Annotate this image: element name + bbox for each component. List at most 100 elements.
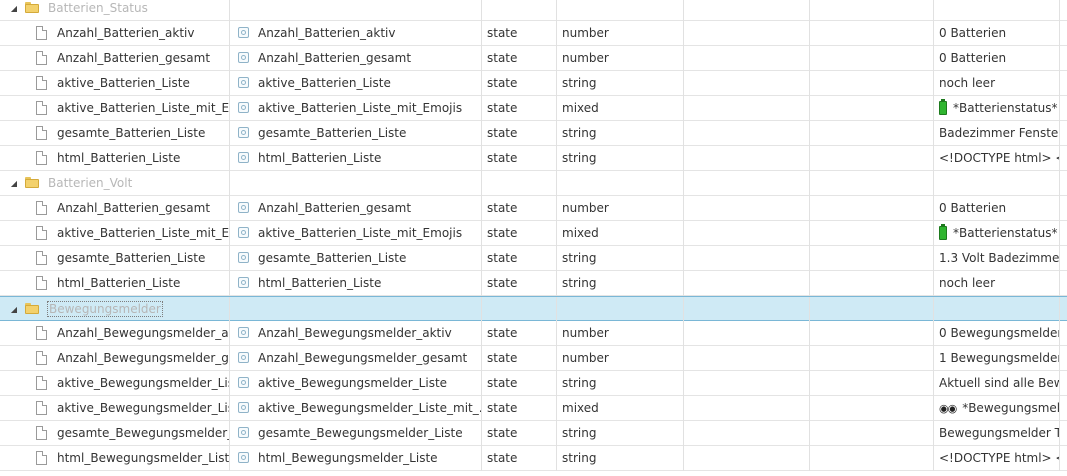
file-icon xyxy=(36,326,47,340)
extra-cell xyxy=(1060,346,1067,371)
object-row[interactable]: html_Batterien_Liste html_Batterien_Liste… xyxy=(0,146,1067,171)
title-cell: Anzahl_Batterien_aktiv xyxy=(230,21,482,46)
grid-cell xyxy=(934,171,1060,196)
grid-cell xyxy=(810,171,934,196)
object-row[interactable]: Anzahl_Batterien_gesamt Anzahl_Batterien_… xyxy=(0,196,1067,221)
extra-cell xyxy=(1060,21,1067,46)
file-icon xyxy=(36,376,47,390)
value-cell[interactable]: <!DOCTYPE html> <h xyxy=(934,446,1060,471)
grid-cell xyxy=(557,297,684,322)
grid-cell xyxy=(482,297,557,322)
function-cell xyxy=(810,221,934,246)
triangle-down-icon[interactable]: ◢ xyxy=(9,171,19,196)
object-row[interactable]: gesamte_Batterien_Liste gesamte_Batterien… xyxy=(0,121,1067,146)
grid-cell xyxy=(684,171,810,196)
object-row[interactable]: html_Batterien_Liste html_Batterien_Liste… xyxy=(0,271,1067,296)
value-cell[interactable]: 0 Batterien xyxy=(934,21,1060,46)
name-cell: gesamte_Batterien_Liste xyxy=(0,246,230,271)
object-row[interactable]: gesamte_Batterien_Liste gesamte_Batterien… xyxy=(0,246,1067,271)
value-cell[interactable]: *Batterienstatus* I xyxy=(934,221,1060,246)
value-cell[interactable]: Badezimmer Fenster xyxy=(934,121,1060,146)
room-cell xyxy=(684,396,810,421)
role-cell: string xyxy=(557,371,684,396)
value-cell[interactable]: 1 Bewegungsmelder xyxy=(934,346,1060,371)
value-cell[interactable]: Aktuell sind alle Bew xyxy=(934,371,1060,396)
grid-cell xyxy=(1060,171,1067,196)
value-cell[interactable]: Bewegungsmelder Te xyxy=(934,421,1060,446)
extra-cell xyxy=(1060,71,1067,96)
value-cell[interactable]: 0 Bewegungsmelder xyxy=(934,321,1060,346)
object-row[interactable]: Anzahl_Bewegungsmelder_ge Anzahl_Bewegung… xyxy=(0,346,1067,371)
state-icon xyxy=(238,127,249,138)
grid-cell xyxy=(230,171,482,196)
type-cell: state xyxy=(482,121,557,146)
object-row[interactable]: aktive_Batterien_Liste_mit_Em aktive_Batt… xyxy=(0,221,1067,246)
folder-icon xyxy=(25,177,39,188)
state-icon xyxy=(238,102,249,113)
grid-cell xyxy=(482,0,557,21)
value-cell[interactable]: 0 Batterien xyxy=(934,196,1060,221)
value-cell[interactable]: 0 Batterien xyxy=(934,46,1060,71)
title-cell: aktive_Batterien_Liste xyxy=(230,71,482,96)
title-cell: html_Batterien_Liste xyxy=(230,146,482,171)
object-value: Badezimmer Fenster xyxy=(939,126,1060,140)
triangle-down-icon[interactable]: ◢ xyxy=(9,0,19,21)
object-name: html_Batterien_Liste xyxy=(57,276,181,290)
room-cell xyxy=(684,71,810,96)
function-cell xyxy=(810,146,934,171)
file-icon xyxy=(36,226,47,240)
object-row[interactable]: html_Bewegungsmelder_Liste html_Bewegungs… xyxy=(0,446,1067,471)
object-value: 0 Batterien xyxy=(939,26,1007,40)
room-cell xyxy=(684,221,810,246)
value-cell[interactable]: noch leer xyxy=(934,271,1060,296)
folder-body xyxy=(25,179,39,188)
value-cell[interactable]: *Batterienstatus* A xyxy=(934,96,1060,121)
grid-cell xyxy=(934,0,1060,21)
object-row[interactable]: Anzahl_Batterien_aktiv Anzahl_Batterien_a… xyxy=(0,21,1067,46)
room-cell xyxy=(684,196,810,221)
type-cell: state xyxy=(482,71,557,96)
room-cell xyxy=(684,446,810,471)
value-cell[interactable]: noch leer xyxy=(934,71,1060,96)
file-icon xyxy=(36,401,47,415)
title-cell: Anzahl_Batterien_gesamt xyxy=(230,196,482,221)
object-value: 0 Batterien xyxy=(939,201,1007,215)
value-cell[interactable]: <!DOCTYPE html> <h xyxy=(934,146,1060,171)
type-cell: state xyxy=(482,246,557,271)
file-icon xyxy=(36,351,47,365)
object-row[interactable]: Anzahl_Batterien_gesamt Anzahl_Batterien_… xyxy=(0,46,1067,71)
grid-cell: ◢ Batterien_Volt xyxy=(0,171,230,196)
type-cell: state xyxy=(482,146,557,171)
object-row[interactable]: aktive_Batterien_Liste aktive_Batterien_L… xyxy=(0,71,1067,96)
group-row[interactable]: ◢ Batterien_Volt xyxy=(0,171,1067,196)
object-row[interactable]: aktive_Bewegungsmelder_List aktive_Bewegu… xyxy=(0,396,1067,421)
role-cell: string xyxy=(557,246,684,271)
name-cell: aktive_Batterien_Liste xyxy=(0,71,230,96)
extra-cell xyxy=(1060,371,1067,396)
title-cell: Anzahl_Bewegungsmelder_aktiv xyxy=(230,321,482,346)
object-title: Anzahl_Batterien_aktiv xyxy=(258,26,396,40)
value-cell[interactable]: ◉◉ *Bewegungsmelde xyxy=(934,396,1060,421)
state-icon xyxy=(238,202,249,213)
name-cell: aktive_Batterien_Liste_mit_Em xyxy=(0,96,230,121)
role-cell: mixed xyxy=(557,396,684,421)
object-name: gesamte_Batterien_Liste xyxy=(57,126,206,140)
object-title: Anzahl_Bewegungsmelder_aktiv xyxy=(258,326,452,340)
value-cell[interactable]: 1.3 Volt Badezimmer xyxy=(934,246,1060,271)
object-row[interactable]: aktive_Batterien_Liste_mit_Em aktive_Batt… xyxy=(0,96,1067,121)
state-icon xyxy=(238,52,249,63)
file-icon xyxy=(36,276,47,290)
triangle-down-icon[interactable]: ◢ xyxy=(9,297,19,322)
object-title: Anzahl_Bewegungsmelder_gesamt xyxy=(258,351,468,365)
file-icon xyxy=(36,101,47,115)
object-row[interactable]: Anzahl_Bewegungsmelder_akt Anzahl_Bewegun… xyxy=(0,321,1067,346)
object-name: gesamte_Bewegungsmelder_L xyxy=(57,426,230,440)
state-icon xyxy=(238,427,249,438)
function-cell xyxy=(810,121,934,146)
group-name: Batterien_Status xyxy=(48,1,148,15)
group-row[interactable]: ◢ Bewegungsmelder xyxy=(0,296,1067,322)
group-row[interactable]: ◢ Batterien_Status xyxy=(0,0,1067,21)
title-cell: gesamte_Batterien_Liste xyxy=(230,246,482,271)
object-row[interactable]: gesamte_Bewegungsmelder_L gesamte_Bewegun… xyxy=(0,421,1067,446)
object-row[interactable]: aktive_Bewegungsmelder_List aktive_Bewegu… xyxy=(0,371,1067,396)
